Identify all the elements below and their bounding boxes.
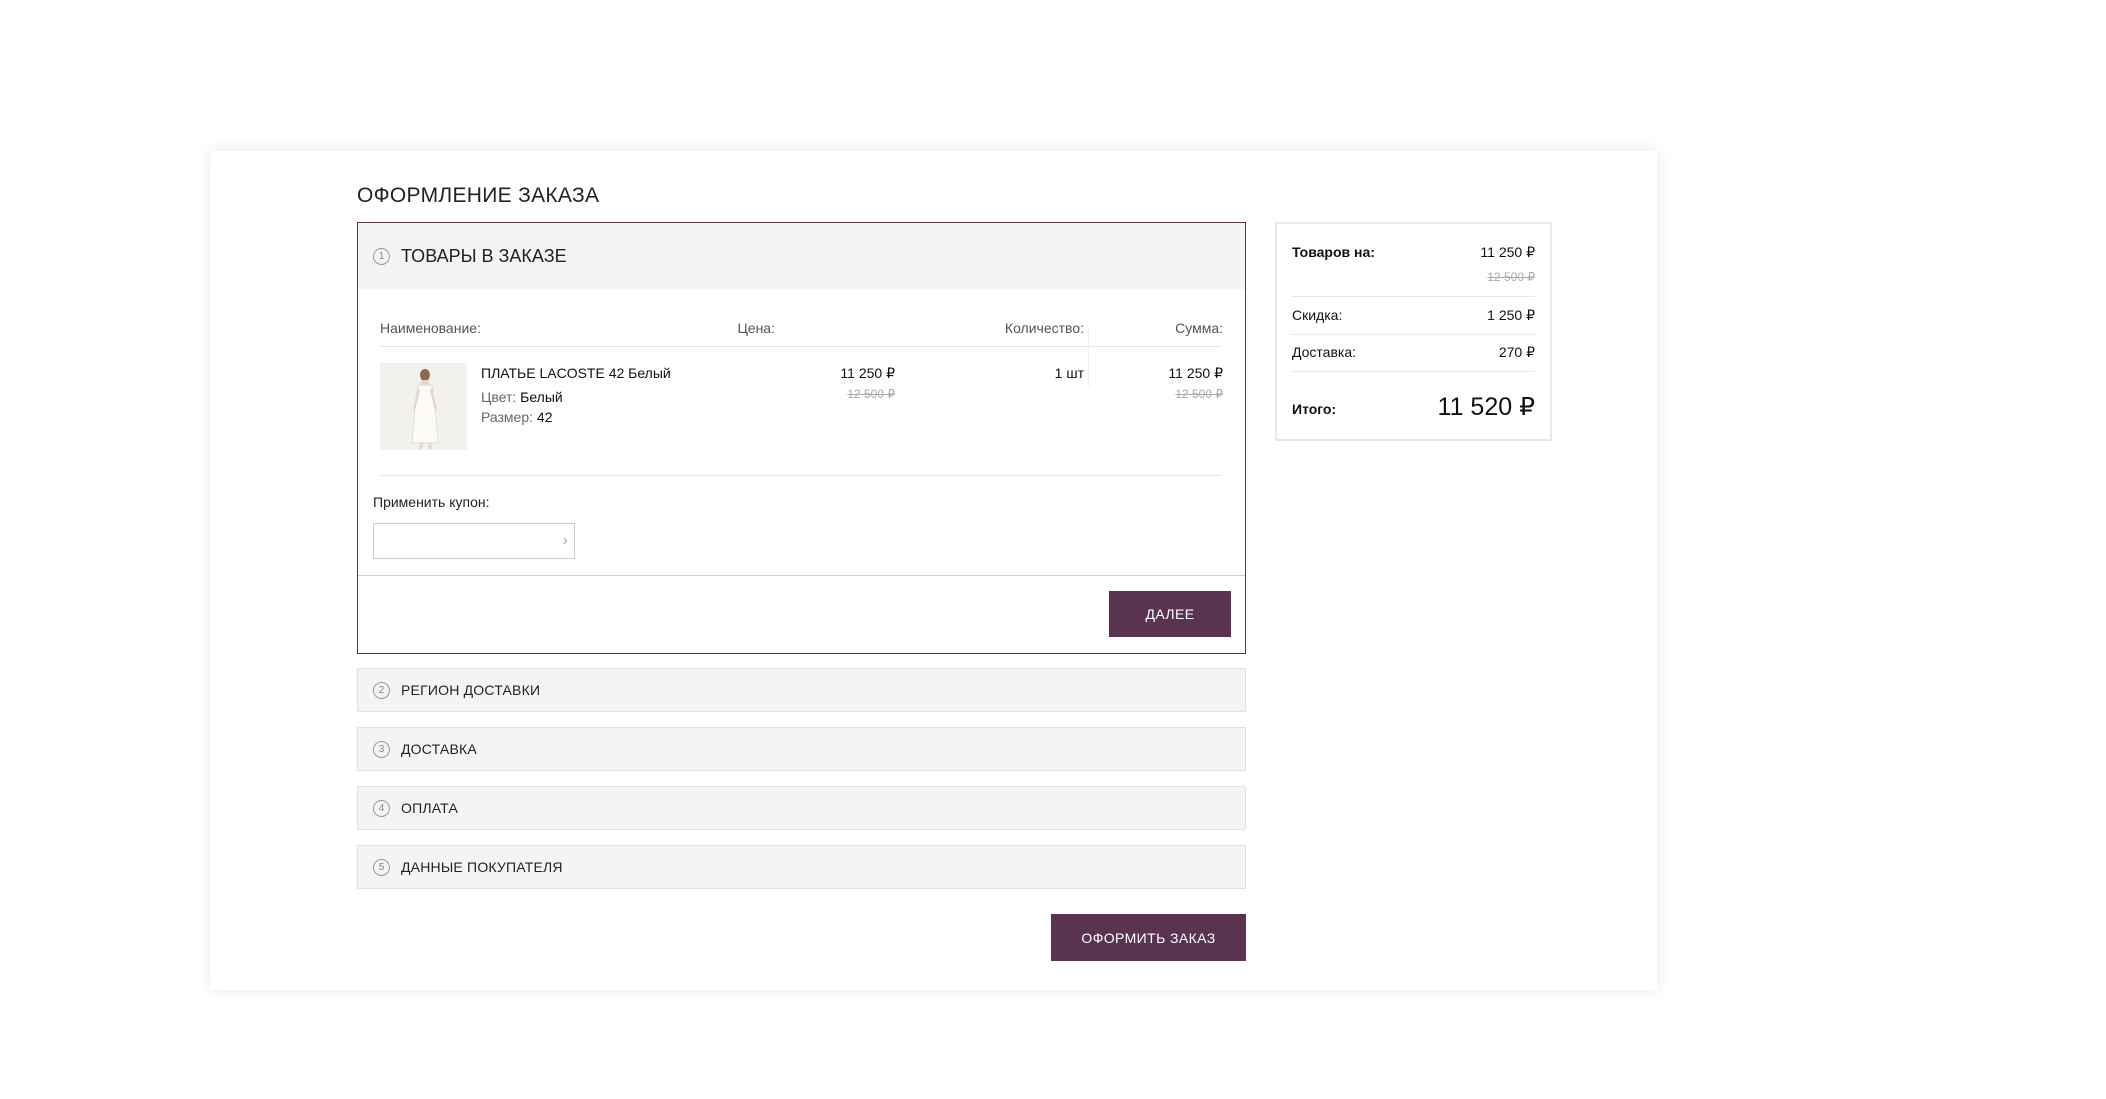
step-5-label: ДАННЫЕ ПОКУПАТЕЛЯ [401,859,563,875]
summary-total-row: Итого: 11 520 ₽ [1292,392,1535,422]
color-value: Белый [520,389,563,405]
step-number-5: 5 [373,858,390,876]
column-separator [1088,327,1089,387]
step-delivery-region[interactable]: 2 РЕГИОН ДОСТАВКИ [357,668,1246,712]
chevron-right-icon[interactable]: › [563,532,568,550]
step-number-3: 3 [373,740,390,758]
summary-discount-row: Скидка: 1 250 ₽ [1292,307,1535,323]
summary-delivery-value: 270 ₽ [1498,344,1535,360]
place-order-button[interactable]: ОФОРМИТЬ ЗАКАЗ [1051,914,1246,961]
step-buyer-data[interactable]: 5 ДАННЫЕ ПОКУПАТЕЛЯ [357,845,1246,889]
step-cart-items: 1 ТОВАРЫ В ЗАКАЗЕ Наименование: Цена: Ко… [357,222,1246,654]
page-title: ОФОРМЛЕНИЕ ЗАКАЗА [357,184,600,207]
table-divider [380,346,1222,347]
next-button[interactable]: ДАЛЕЕ [1109,591,1231,637]
step-number-1: 1 [373,247,390,265]
summary-goods-old: 12 500 ₽ [1487,270,1535,284]
item-price-old: 12 500 ₽ [847,387,895,401]
step-1-label: ТОВАРЫ В ЗАКАЗЕ [401,245,567,266]
step-4-label: ОПЛАТА [401,800,459,816]
product-size: Размер: 42 [481,409,552,425]
summary-goods-label: Товаров на: [1292,244,1375,260]
item-sum-old: 12 500 ₽ [1175,387,1223,401]
color-label: Цвет: [481,389,517,405]
order-summary: Товаров на: 11 250 ₽ 12 500 ₽ Скидка: 1 … [1275,222,1552,441]
dress-icon [380,363,467,450]
step-2-label: РЕГИОН ДОСТАВКИ [401,682,541,698]
coupon-field: › [373,523,575,559]
product-name[interactable]: ПЛАТЬЕ LACOSTE 42 Белый [481,365,671,381]
item-sum: 11 250 ₽ [1168,365,1223,381]
size-value: 42 [536,409,553,425]
size-label: Размер: [481,409,534,425]
item-price: 11 250 ₽ [840,365,895,381]
summary-goods-row: Товаров на: 11 250 ₽ [1292,244,1535,260]
coupon-label: Применить купон: [373,494,490,510]
summary-divider [1292,334,1535,335]
summary-discount-label: Скидка: [1292,307,1343,323]
coupon-input[interactable] [374,524,574,558]
step-footer-divider [358,575,1245,576]
product-image[interactable] [380,363,467,450]
step-number-4: 4 [373,799,390,817]
summary-goods-value: 11 250 ₽ [1480,244,1535,260]
step-3-label: ДОСТАВКА [401,741,477,757]
column-header-price: Цена: [737,320,775,336]
summary-delivery-row: Доставка: 270 ₽ [1292,344,1535,360]
summary-total-label: Итого: [1292,401,1337,417]
items-divider [380,475,1222,476]
step-1-header[interactable]: 1 ТОВАРЫ В ЗАКАЗЕ [358,223,1245,289]
column-header-name: Наименование: [380,320,481,336]
step-delivery[interactable]: 3 ДОСТАВКА [357,727,1246,771]
step-payment[interactable]: 4 ОПЛАТА [357,786,1246,830]
summary-total-value: 11 520 ₽ [1437,393,1535,421]
summary-delivery-label: Доставка: [1292,344,1357,360]
product-color: Цвет: Белый [481,389,563,405]
summary-divider [1292,371,1535,372]
summary-divider [1292,296,1535,297]
summary-discount-value: 1 250 ₽ [1487,307,1535,323]
column-header-quantity: Количество: [1004,320,1084,336]
item-quantity: 1 шт [1054,365,1084,381]
step-number-2: 2 [373,681,390,699]
column-header-sum: Сумма: [1175,320,1223,336]
